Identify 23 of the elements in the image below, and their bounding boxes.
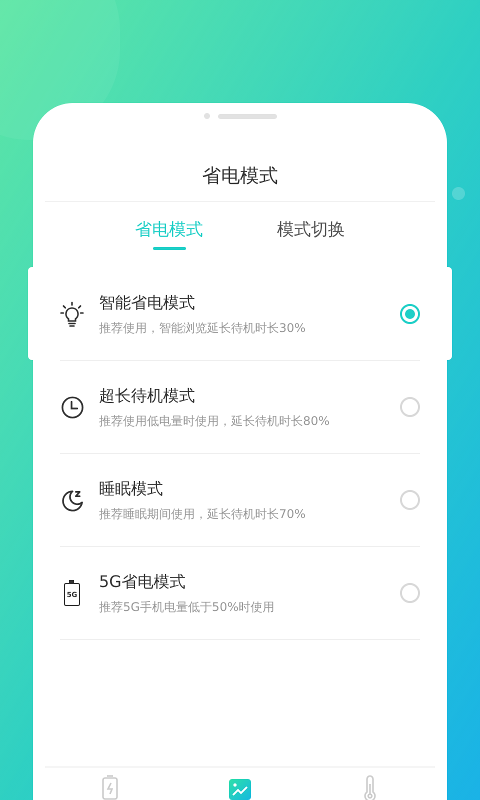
speaker-slot [218,114,276,118]
mode-row[interactable]: 睡眠模式 推荐睡眠期间使用，延长待机时长70% [60,454,420,547]
radio-button[interactable] [400,490,420,510]
mode-name: 5G省电模式 [99,571,187,593]
sheet-title: 省电模式 [202,164,278,188]
clock-icon [60,396,84,418]
mode-row[interactable]: 超长待机模式 推荐使用低电量时使用，延长待机时长80% [60,361,420,454]
tab[interactable]: 模式切换 [277,219,345,249]
mode-description: 推荐5G手机电量低于50%时使用 [99,599,276,615]
battery-charging-icon[interactable] [99,774,121,800]
radio-button[interactable] [400,397,420,417]
mode-name: 超长待机模式 [99,385,196,407]
mode-description: 推荐使用，智能浏览延长待机时长30% [99,320,307,336]
tab-underline [153,247,186,250]
mode-name: 睡眠模式 [99,478,164,500]
radio-button[interactable] [400,583,420,603]
mode-description: 推荐睡眠期间使用，延长待机时长70% [99,506,307,522]
mode-name: 智能省电模式 [99,292,196,314]
lightbulb-icon [60,300,84,326]
moon-icon [60,488,84,512]
mode-description: 推荐使用低电量时使用，延长待机时长80% [99,413,331,429]
mode-row[interactable]: 智能省电模式 推荐使用，智能浏览延长待机时长30% [28,267,452,360]
radio-button[interactable] [400,304,420,324]
